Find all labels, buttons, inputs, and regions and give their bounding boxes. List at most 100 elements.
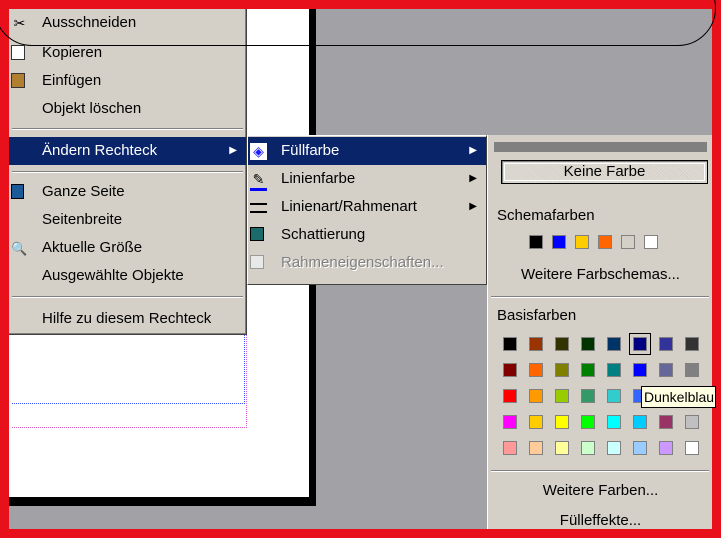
scheme-color-swatch[interactable] <box>529 235 543 249</box>
menu-item-label: Füllfarbe <box>281 142 340 159</box>
scheme-colors-label: Schemafarben <box>497 207 595 224</box>
basic-color-swatch[interactable] <box>529 389 543 403</box>
properties-icon <box>250 255 264 269</box>
basic-color-swatch[interactable] <box>581 441 595 455</box>
submenu-arrow-icon: ▶ <box>469 145 477 156</box>
color-tooltip: Dunkelblau <box>641 386 716 408</box>
scheme-color-swatch[interactable] <box>644 235 658 249</box>
page-icon <box>11 184 24 199</box>
scheme-color-swatch[interactable] <box>598 235 612 249</box>
basic-color-swatch[interactable] <box>581 337 595 351</box>
submenu-item-line-style[interactable]: Linienart/Rahmenart ▶ <box>248 193 486 221</box>
basic-color-swatch[interactable] <box>629 333 651 355</box>
basic-color-swatch[interactable] <box>529 415 543 429</box>
submenu-arrow-icon: ▶ <box>469 173 477 184</box>
submenu-arrow-icon: ▶ <box>469 201 477 212</box>
basic-color-swatch[interactable] <box>659 415 673 429</box>
context-menu: Ausschneiden Kopieren Einfügen Objekt lö… <box>9 9 247 335</box>
basic-color-swatch[interactable] <box>555 415 569 429</box>
fill-color-palette: Keine Farbe Schemafarben Weitere Farbsch… <box>487 135 716 529</box>
menu-item-whole-page[interactable]: Ganze Seite <box>9 178 246 206</box>
basic-color-swatch[interactable] <box>503 363 517 377</box>
menu-item-label: Ganze Seite <box>42 183 125 200</box>
menu-item-page-width[interactable]: Seitenbreite <box>9 206 246 234</box>
scheme-color-swatch[interactable] <box>575 235 589 249</box>
menu-item-label: Objekt löschen <box>42 100 142 117</box>
basic-color-swatch[interactable] <box>659 441 673 455</box>
basic-color-swatch[interactable] <box>633 441 647 455</box>
no-color-button[interactable]: Keine Farbe <box>501 160 708 184</box>
paint-bucket-icon <box>250 143 267 160</box>
basic-color-swatch[interactable] <box>503 441 517 455</box>
submenu-item-shadow[interactable]: Schattierung <box>248 221 486 249</box>
basic-color-swatch[interactable] <box>607 389 621 403</box>
menu-separator <box>12 128 243 130</box>
scheme-color-swatch[interactable] <box>552 235 566 249</box>
basic-color-swatch[interactable] <box>555 389 569 403</box>
zoom-icon <box>11 240 28 257</box>
basic-color-swatch[interactable] <box>529 363 543 377</box>
pen-icon: ✎ <box>250 171 267 191</box>
submenu-item-line-color[interactable]: ✎ Linienfarbe ▶ <box>248 165 486 193</box>
basic-color-swatch[interactable] <box>555 363 569 377</box>
menu-item-label: Aktuelle Größe <box>42 239 143 256</box>
basic-color-swatch[interactable] <box>607 441 621 455</box>
menu-item-label: Einfügen <box>42 72 102 89</box>
more-colors-link[interactable]: Weitere Farben... <box>488 482 713 499</box>
basic-color-swatch[interactable] <box>685 415 699 429</box>
basic-color-swatch[interactable] <box>607 363 621 377</box>
basic-color-swatch[interactable] <box>503 415 517 429</box>
paste-icon <box>11 73 25 88</box>
copy-icon <box>11 45 25 60</box>
submenu-item-fill-color[interactable]: Füllfarbe ▶ <box>248 137 486 165</box>
menu-item-label: Rahmeneigenschaften... <box>281 254 444 271</box>
menu-item-paste[interactable]: Einfügen <box>9 67 246 95</box>
basic-color-swatch[interactable] <box>607 415 621 429</box>
menu-item-label: Seitenbreite <box>42 211 123 228</box>
basic-color-swatch[interactable] <box>659 363 673 377</box>
basic-color-swatch[interactable] <box>555 337 569 351</box>
submenu-item-frame-properties: Rahmeneigenschaften... <box>248 249 486 277</box>
menu-item-actual-size[interactable]: Aktuelle Größe <box>9 234 246 262</box>
basic-color-swatch[interactable] <box>607 337 621 351</box>
basic-color-swatch[interactable] <box>529 337 543 351</box>
shadow-icon <box>250 227 264 241</box>
submenu-arrow-icon: ▶ <box>229 145 237 156</box>
menu-item-label: Ausgewählte Objekte <box>42 267 184 284</box>
fill-effects-link[interactable]: Fülleffekte... <box>488 512 713 529</box>
change-rectangle-submenu: Füllfarbe ▶ ✎ Linienfarbe ▶ Linienart/Ra… <box>247 135 487 285</box>
menu-item-label: Linienart/Rahmenart <box>281 198 417 215</box>
page-shadow-bottom <box>9 497 316 506</box>
no-color-label: Keine Farbe <box>563 163 646 180</box>
line-style-icon <box>250 203 267 213</box>
basic-color-swatch[interactable] <box>529 441 543 455</box>
scheme-color-swatch[interactable] <box>621 235 635 249</box>
palette-drag-bar[interactable] <box>494 142 707 152</box>
palette-separator <box>491 296 709 298</box>
basic-color-swatch[interactable] <box>659 337 673 351</box>
basic-color-swatch[interactable] <box>633 363 647 377</box>
basic-color-swatch[interactable] <box>555 441 569 455</box>
basic-color-swatch[interactable] <box>685 441 699 455</box>
basic-color-swatch[interactable] <box>633 415 647 429</box>
menu-item-delete-object[interactable]: Objekt löschen <box>9 95 246 123</box>
menu-item-label: Hilfe zu diesem Rechteck <box>42 310 212 327</box>
basic-color-swatch[interactable] <box>581 363 595 377</box>
menu-separator <box>12 296 243 298</box>
menu-item-label: Ändern Rechteck <box>42 142 158 159</box>
menu-item-label: Schattierung <box>281 226 366 243</box>
basic-color-swatch[interactable] <box>685 363 699 377</box>
menu-item-label: Linienfarbe <box>281 170 356 187</box>
more-color-schemes-link[interactable]: Weitere Farbschemas... <box>488 266 713 283</box>
basic-color-swatch[interactable] <box>581 389 595 403</box>
basic-colors-label: Basisfarben <box>497 307 577 324</box>
basic-color-swatch[interactable] <box>581 415 595 429</box>
basic-color-swatch[interactable] <box>685 337 699 351</box>
menu-item-selected-objects[interactable]: Ausgewählte Objekte <box>9 262 246 290</box>
basic-color-swatch[interactable] <box>503 389 517 403</box>
highlight-oval <box>0 0 716 46</box>
basic-color-swatch[interactable] <box>503 337 517 351</box>
palette-separator <box>491 470 709 472</box>
menu-item-help-rectangle[interactable]: Hilfe zu diesem Rechteck <box>9 305 246 333</box>
menu-item-change-rectangle[interactable]: Ändern Rechteck ▶ <box>9 137 246 165</box>
